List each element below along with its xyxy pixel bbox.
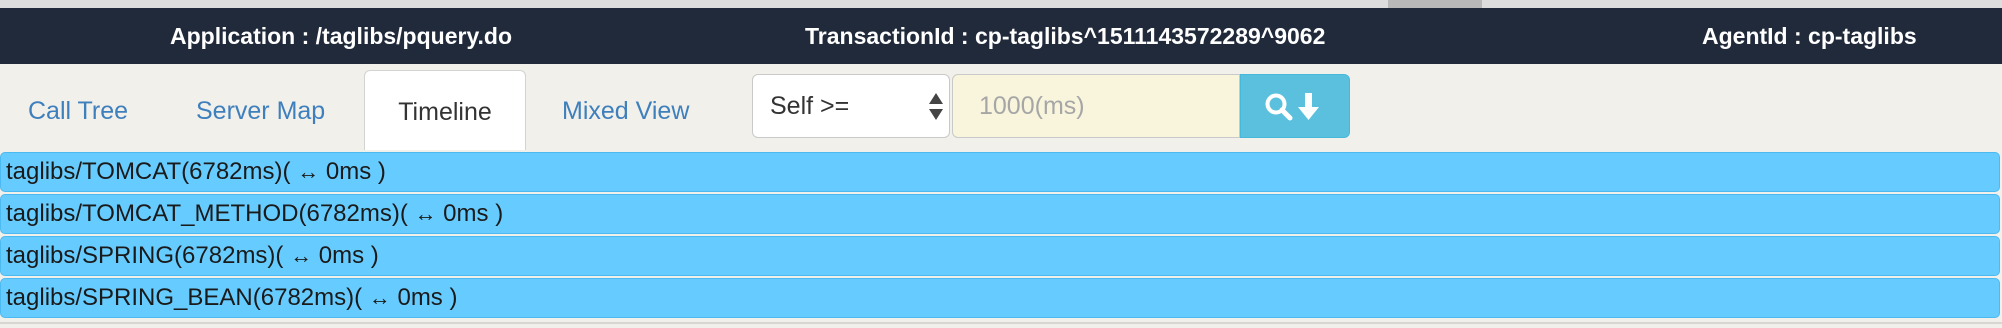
row-duration: 0ms ) bbox=[312, 242, 379, 269]
row-label: taglibs/TOMCAT_METHOD(6782ms)( bbox=[6, 200, 415, 227]
timeline-row[interactable]: taglibs/TOMCAT_METHOD(6782ms)( ↔ 0ms ) bbox=[0, 194, 2000, 234]
row-duration: 0ms ) bbox=[436, 200, 504, 227]
arrow-down-icon bbox=[1298, 93, 1319, 120]
search-download-button[interactable] bbox=[1240, 74, 1350, 138]
row-label: taglibs/TOMCAT(6782ms)( bbox=[6, 158, 298, 185]
timeline-row[interactable]: taglibs/TOMCAT(6782ms)( ↔ 0ms ) bbox=[0, 152, 2000, 192]
row-duration: 0ms ) bbox=[390, 284, 458, 311]
agent-id-label: AgentId : cp-taglibs bbox=[1702, 23, 1917, 49]
row-label: taglibs/SPRING_BEAN(6782ms)( bbox=[6, 284, 369, 311]
left-right-arrow-icon: ↔ bbox=[297, 159, 320, 184]
horizontal-scrollbar-thumb[interactable] bbox=[1388, 0, 1482, 8]
browser-scroll-strip bbox=[0, 0, 2002, 8]
self-filter-select[interactable]: Self >= bbox=[752, 74, 950, 138]
tab-server-map[interactable]: Server Map bbox=[196, 70, 325, 150]
search-icon bbox=[1265, 93, 1293, 121]
left-right-arrow-icon: ↔ bbox=[368, 285, 391, 310]
left-right-arrow-icon: ↔ bbox=[414, 201, 437, 226]
select-arrows-icon bbox=[929, 89, 943, 123]
left-right-arrow-icon: ↔ bbox=[290, 243, 313, 268]
row-duration: 0ms ) bbox=[319, 158, 386, 185]
tab-mixed-view[interactable]: Mixed View bbox=[562, 70, 689, 150]
tab-call-tree[interactable]: Call Tree bbox=[28, 70, 128, 150]
search-download-icon bbox=[1265, 93, 1319, 121]
timeline-row[interactable]: taglibs/SPRING(6782ms)( ↔ 0ms ) bbox=[0, 236, 2000, 276]
row-label: taglibs/SPRING(6782ms)( bbox=[6, 242, 291, 269]
self-filter-value: Self >= bbox=[770, 92, 850, 120]
application-label: Application : /taglibs/pquery.do bbox=[170, 23, 513, 49]
timeline-row[interactable]: taglibs/SPRING_BEAN(6782ms)( ↔ 0ms ) bbox=[0, 278, 2000, 318]
bottom-divider bbox=[0, 322, 2002, 324]
transaction-header: Application : /taglibs/pquery.do Transac… bbox=[0, 8, 2002, 64]
threshold-ms-input[interactable] bbox=[952, 74, 1240, 138]
transaction-id-label: TransactionId : cp-taglibs^1511143572289… bbox=[805, 23, 1326, 49]
tab-timeline[interactable]: Timeline bbox=[364, 70, 526, 150]
